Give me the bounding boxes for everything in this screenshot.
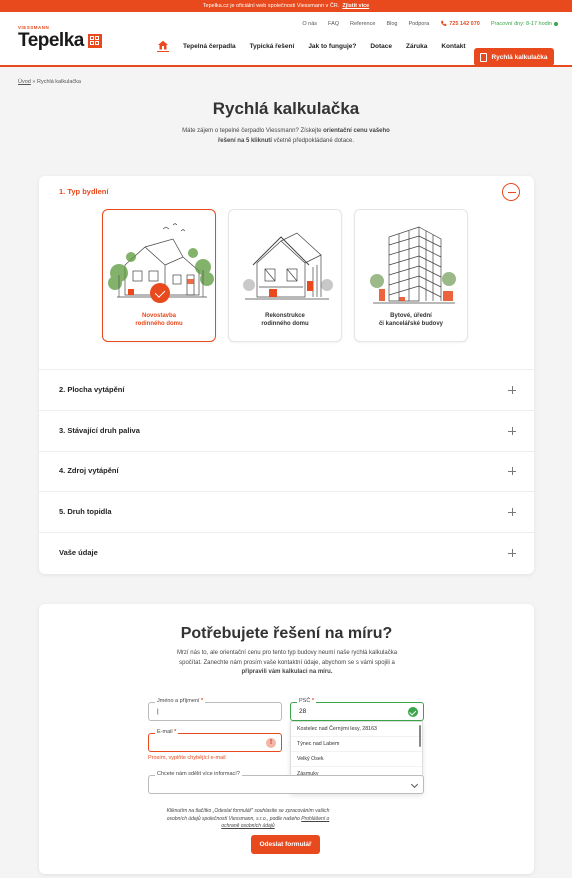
section-heater-type-header[interactable]: 5. Druh topidla (59, 507, 112, 516)
name-field[interactable]: Jméno a příjmení * | (148, 698, 282, 721)
expand-icon[interactable] (508, 508, 516, 516)
submit-form-button[interactable]: Odeslat formulář (251, 835, 320, 854)
site-header: VIESSMANN Tepelka O nás FAQ Reference Bl… (0, 12, 572, 67)
name-field-label: Jméno a příjmení * (155, 698, 206, 704)
option-apartment-office-building[interactable]: Bytové, úřední či kancelářské budovy (354, 209, 468, 342)
selected-check-icon (150, 283, 170, 303)
utility-link-support[interactable]: Podpora (408, 21, 429, 27)
zip-code-field-label: PSČ * (297, 698, 316, 704)
form-description: Mrzí nás to, ale orientační cenu pro ten… (175, 649, 399, 678)
breadcrumb-separator: » (32, 79, 36, 85)
brand-name: Tepelka (18, 30, 84, 51)
suggestion-item[interactable]: Velký Osek (291, 752, 422, 767)
utility-link-faq[interactable]: FAQ (328, 21, 339, 27)
more-info-select[interactable]: Chcete nám sdělit více informací? (148, 771, 424, 794)
calculator-icon (480, 52, 488, 62)
intro-text-end: včetně předpokládané dotace. (273, 137, 355, 144)
nav-typical-solutions[interactable]: Typická řešení (250, 43, 295, 50)
phone-icon (441, 20, 447, 27)
more-info-label: Chcete nám sdělit více informací? (155, 771, 242, 777)
chevron-down-icon (410, 780, 419, 789)
calculator-accordion: 1. Typ bydlení Novostavbarodinného domu (39, 176, 534, 574)
error-icon: ! (266, 738, 276, 748)
nav-heat-pumps[interactable]: Tepelná čerpadla (183, 43, 236, 50)
opening-hours-text: Pracovní dny: 8-17 hodin (490, 20, 552, 27)
renovation-illustration (243, 232, 333, 300)
intro-text: Máte zájem o tepelné čerpadlo Viessmann?… (182, 128, 322, 134)
expand-icon[interactable] (508, 386, 516, 394)
option-new-house-label: Novostavba rodinného domu (135, 313, 183, 327)
utility-nav: O nás FAQ Reference Blog Podpora 725 142… (302, 20, 558, 27)
opening-hours: Pracovní dny: 8-17 hodin (491, 21, 558, 27)
quick-calculator-button[interactable]: Rychlá kalkulačka (474, 48, 554, 66)
page-title: Rychlá kalkulačka (212, 99, 360, 118)
announcement-text: Tepelka.cz je oficiální web společnosti … (202, 3, 340, 9)
dropdown-scrollbar[interactable] (419, 725, 421, 747)
page-intro: Máte zájem o tepelné čerpadlo Viessmann?… (176, 127, 396, 146)
option-house-renovation[interactable]: Rekonstrukce rodinného domu (228, 209, 342, 342)
section-heating-source-header[interactable]: 4. Zdroj vytápění (59, 466, 119, 475)
collapse-icon[interactable] (502, 183, 520, 201)
form-description-highlight: připravili vám kalkulaci na míru. (241, 669, 333, 675)
option-new-house[interactable]: Novostavba rodinného domu (102, 209, 216, 342)
quick-calculator-label: Rychlá kalkulačka (491, 53, 548, 61)
option-apartment-office-building-label: Bytové, úřední či kancelářské budovy (378, 313, 444, 327)
breadcrumb-current: Rychlá kalkulačka (36, 79, 81, 85)
online-status-dot (554, 21, 558, 26)
main-nav: Tepelná čerpadla Typická řešení Jak to f… (157, 40, 466, 52)
logo[interactable]: VIESSMANN Tepelka (18, 25, 102, 52)
expand-icon[interactable] (508, 467, 516, 475)
expand-icon[interactable] (508, 427, 516, 435)
breadcrumb: Úvod » Rychlá kalkulačka (18, 79, 81, 85)
form-title: Potřebujete řešení na míru? (180, 625, 393, 642)
email-field[interactable]: E-mail * ! (148, 729, 282, 752)
learn-more-link[interactable]: Zjistit více (342, 3, 369, 9)
section-housing-type-header[interactable]: 1. Typ bydlení (59, 187, 108, 196)
nav-contact[interactable]: Kontakt (441, 43, 465, 50)
nav-how-it-works[interactable]: Jak to funguje? (308, 43, 356, 50)
suggestion-item[interactable]: Týnec nad Labem (291, 737, 422, 752)
section-your-details-header[interactable]: Vaše údaje (59, 548, 98, 557)
email-error-message: Prosím, vyplňte chybějící e-mail (148, 755, 226, 761)
phone-number: 725 142 070 (449, 20, 480, 27)
form-description-text: Mrzí nás to, ale orientační cenu pro ten… (176, 650, 398, 666)
name-field-value: | (157, 708, 159, 715)
expand-icon[interactable] (508, 549, 516, 557)
apartment-building-illustration (370, 226, 456, 304)
suggestion-item[interactable]: Kostelec nad Černými lesy, 28163 (291, 722, 422, 737)
section-current-fuel-header[interactable]: 3. Stávající druh paliva (59, 426, 140, 435)
brand-mark-icon (87, 34, 102, 48)
privacy-notice: Kliknutím na tlačítko „Odeslat formulář“… (160, 808, 336, 831)
phone-link[interactable]: 725 142 070 (440, 20, 480, 27)
announcement-bar: Tepelka.cz je oficiální web společnosti … (0, 0, 572, 12)
valid-check-icon (408, 707, 418, 717)
utility-link-references[interactable]: Reference (350, 21, 375, 27)
breadcrumb-home[interactable]: Úvod (18, 79, 31, 85)
option-house-renovation-label: Rekonstrukce rodinného domu (261, 313, 309, 327)
nav-warranty[interactable]: Záruka (406, 43, 427, 50)
home-icon[interactable] (157, 40, 169, 52)
email-field-label: E-mail * (155, 729, 179, 735)
custom-solution-form: Potřebujete řešení na míru? Mrzí nás to,… (39, 604, 534, 874)
utility-link-blog[interactable]: Blog (386, 21, 397, 27)
zip-code-field-value: 28 (299, 708, 307, 715)
nav-subsidies[interactable]: Dotace (370, 43, 392, 50)
utility-link-about[interactable]: O nás (302, 21, 317, 27)
zip-code-field[interactable]: PSČ * 28 (290, 698, 424, 721)
section-heated-area-header[interactable]: 2. Plocha vytápění (59, 385, 124, 394)
